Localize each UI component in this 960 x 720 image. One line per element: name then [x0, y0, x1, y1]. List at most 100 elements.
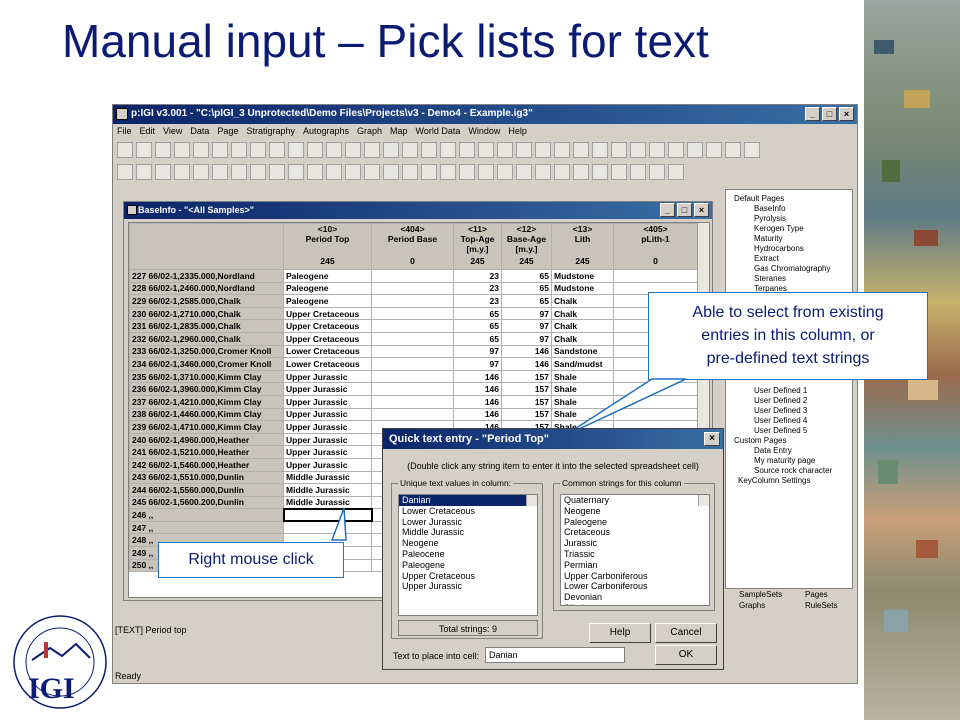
table-cell[interactable]: Lower Cretaceous: [283, 357, 372, 371]
toolbar-button[interactable]: [478, 164, 494, 180]
ok-button[interactable]: OK: [655, 645, 717, 665]
toolbar-button[interactable]: [136, 142, 152, 158]
toolbar-button[interactable]: [630, 142, 646, 158]
list-item[interactable]: Silurian: [561, 603, 709, 605]
row-header[interactable]: 238 66/02-1,4460.000,Kimm Clay: [129, 407, 284, 422]
list-item[interactable]: Triassic: [561, 549, 709, 560]
table-cell[interactable]: Mudstone: [551, 269, 614, 283]
menu-file[interactable]: File: [117, 126, 132, 136]
toolbar-button[interactable]: [402, 164, 418, 180]
tree-item[interactable]: User Defined 4: [754, 416, 807, 425]
maximize-button[interactable]: □: [822, 107, 837, 121]
table-cell[interactable]: Paleogene: [283, 269, 372, 283]
list-item[interactable]: Jurassic: [561, 538, 709, 549]
table-cell[interactable]: Upper Cretaceous: [283, 331, 372, 346]
toolbar-button[interactable]: [497, 142, 513, 158]
row-header[interactable]: 229 66/02-1,2585.000,Chalk: [129, 294, 284, 308]
toolbar-button[interactable]: [383, 142, 399, 158]
tree-item[interactable]: BaseInfo: [754, 204, 786, 213]
toolbar-button[interactable]: [269, 142, 285, 158]
table-cell[interactable]: 97: [501, 319, 552, 333]
table-cell[interactable]: Chalk: [551, 319, 614, 333]
table-cell[interactable]: 157: [501, 369, 552, 384]
column-header[interactable]: <405> pLith-1 0: [613, 223, 698, 270]
table-cell[interactable]: 65: [501, 281, 552, 296]
toolbar-button[interactable]: [136, 164, 152, 180]
toolbar-button[interactable]: [516, 142, 532, 158]
minimize-button[interactable]: _: [660, 203, 675, 217]
toolbar-button[interactable]: [288, 142, 304, 158]
tab-rulesets[interactable]: RuleSets: [805, 601, 865, 612]
table-cell[interactable]: Mudstone: [551, 281, 614, 296]
tab-samplesets[interactable]: SampleSets: [739, 590, 799, 601]
row-header[interactable]: 233 66/02-1,3250.000,Cromer Knoll: [129, 344, 284, 359]
list-item[interactable]: Paleocene: [399, 549, 537, 560]
column-header[interactable]: <10> Period Top 245: [283, 223, 372, 270]
row-header[interactable]: 239 66/02-1,4710.000,Kimm Clay: [129, 420, 284, 434]
column-header[interactable]: <12> Base-Age [m.y.] 245: [501, 223, 552, 270]
toolbar-button[interactable]: [231, 142, 247, 158]
tree-item[interactable]: KeyColumn Settings: [738, 476, 810, 485]
table-cell[interactable]: 65: [453, 306, 502, 321]
toolbar-button[interactable]: [345, 164, 361, 180]
row-header[interactable]: 235 66/02-1,3710.000,Kimm Clay: [129, 369, 284, 384]
toolbar-button[interactable]: [725, 142, 741, 158]
row-header[interactable]: 232 66/02-1,2960.000,Chalk: [129, 331, 284, 346]
menu-window[interactable]: Window: [468, 126, 500, 136]
toolbar-button[interactable]: [193, 142, 209, 158]
table-cell[interactable]: Sandstone: [551, 344, 614, 359]
list-item[interactable]: Lower Cretaceous: [399, 506, 537, 517]
table-cell[interactable]: Lower Cretaceous: [283, 344, 372, 359]
table-cell[interactable]: Upper Jurassic: [283, 432, 372, 447]
help-button[interactable]: Help: [589, 623, 651, 643]
table-cell[interactable]: 65: [453, 331, 502, 346]
toolbar-button[interactable]: [649, 164, 665, 180]
row-header[interactable]: 236 66/02-1,3960.000,Kimm Clay: [129, 382, 284, 396]
table-cell[interactable]: Upper Jurassic: [283, 369, 372, 384]
table-cell[interactable]: [613, 269, 698, 283]
table-cell[interactable]: Chalk: [551, 294, 614, 308]
toolbar-button[interactable]: [421, 142, 437, 158]
toolbar-button[interactable]: [326, 142, 342, 158]
tree-item[interactable]: Custom Pages: [734, 436, 786, 445]
toolbar-button[interactable]: [250, 142, 266, 158]
toolbar-button[interactable]: [687, 142, 703, 158]
tree-item[interactable]: Source rock character: [754, 466, 832, 475]
tree-item[interactable]: Default Pages: [734, 194, 784, 203]
list-item[interactable]: Devonian: [561, 592, 709, 603]
toolbar-button[interactable]: [231, 164, 247, 180]
row-header[interactable]: 240 66/02-1,4960.000,Heather: [129, 432, 284, 447]
close-button[interactable]: ×: [839, 107, 854, 121]
toolbar-button[interactable]: [193, 164, 209, 180]
toolbar-button[interactable]: [478, 142, 494, 158]
close-button[interactable]: ×: [694, 203, 709, 217]
toolbar-button[interactable]: [174, 142, 190, 158]
menu-edit[interactable]: Edit: [140, 126, 156, 136]
toolbar-button[interactable]: [383, 164, 399, 180]
table-cell[interactable]: 146: [453, 407, 502, 422]
table-cell[interactable]: 23: [453, 269, 502, 283]
row-header[interactable]: 244 66/02-1,5560.000,Dunlin: [129, 483, 284, 497]
menu-world-data[interactable]: World Data: [416, 126, 461, 136]
common-strings-list[interactable]: Quaternary Neogene Paleogene Cretaceous Jura…: [560, 494, 710, 606]
table-cell[interactable]: Sand/mudst: [551, 357, 614, 371]
table-cell[interactable]: Upper Cretaceous: [283, 306, 372, 321]
list-item[interactable]: Neogene: [561, 506, 709, 517]
toolbar-button[interactable]: [155, 142, 171, 158]
toolbar-button[interactable]: [117, 164, 133, 180]
column-header[interactable]: <11> Top-Age [m.y.] 245: [453, 223, 502, 270]
toolbar-button[interactable]: [326, 164, 342, 180]
tree-item[interactable]: Gas Chromatography: [754, 264, 830, 273]
tree-item[interactable]: User Defined 1: [754, 386, 807, 395]
list-item[interactable]: Cretaceous: [561, 527, 709, 538]
column-header[interactable]: <404> Period Base 0: [371, 223, 454, 270]
toolbar-button[interactable]: [592, 164, 608, 180]
toolbar-button[interactable]: [516, 164, 532, 180]
unique-values-list[interactable]: Danian Lower Cretaceous Lower Jurassic Midd…: [398, 494, 538, 616]
row-header[interactable]: 246 ,,: [129, 508, 284, 522]
toolbar-button[interactable]: [459, 164, 475, 180]
list-scrollbar[interactable]: [526, 495, 537, 506]
toolbar-button[interactable]: [345, 142, 361, 158]
list-item[interactable]: Lower Jurassic: [399, 517, 537, 528]
table-cell[interactable]: [371, 281, 454, 296]
